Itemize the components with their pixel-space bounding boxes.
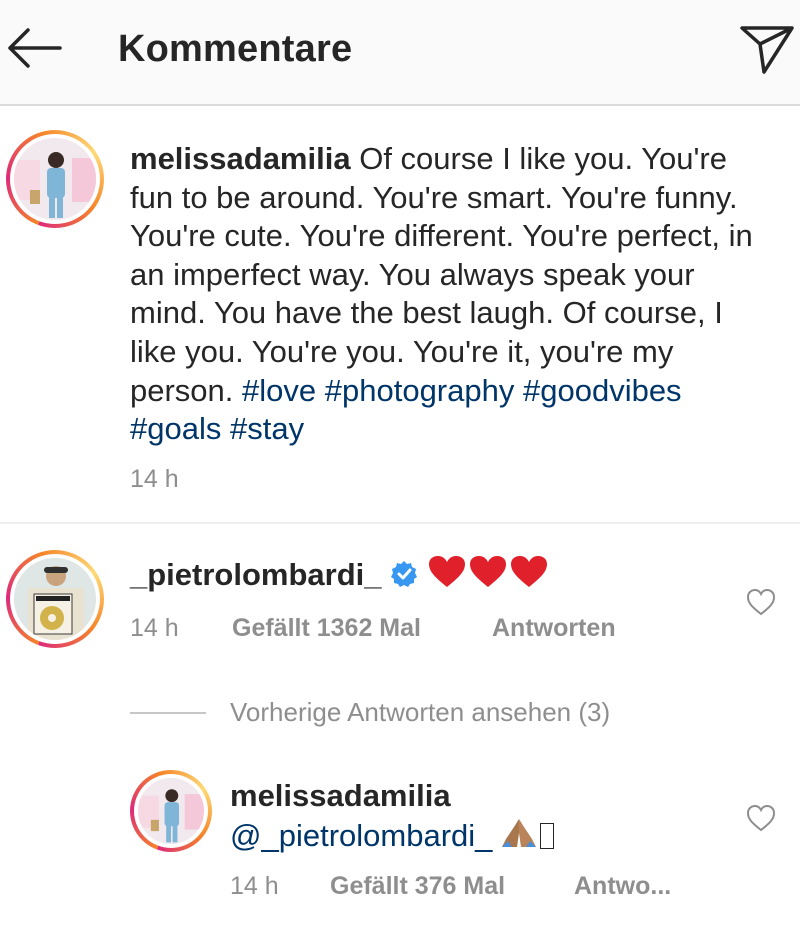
reply-button[interactable]: Antwo... [574, 872, 671, 901]
reply-label[interactable]: Antwo... [574, 872, 671, 900]
heart-outline-icon[interactable] [746, 588, 776, 616]
caption-username[interactable]: melissadamilia [130, 141, 351, 176]
comment-header: _pietrolombardi_ [130, 555, 548, 597]
caption-avatar[interactable] [6, 130, 104, 228]
hashtag-link[interactable]: #stay [230, 411, 304, 446]
reply-avatar[interactable] [130, 770, 212, 852]
replies-divider-line [130, 712, 206, 714]
hashtag-link[interactable]: #goals [130, 411, 221, 446]
page-title: Kommentare [118, 28, 353, 70]
reply-button[interactable]: Antworten [492, 614, 616, 643]
verified-badge-icon [390, 560, 418, 596]
arrow-left-icon [8, 28, 62, 68]
avatar [138, 778, 204, 844]
comment-avatar[interactable] [6, 550, 104, 648]
avatar [14, 558, 96, 640]
hashtag-link[interactable]: #love [242, 373, 316, 408]
paper-plane-icon [740, 26, 794, 74]
hashtag-link[interactable]: #goodvibes [523, 373, 682, 408]
reply-text: @_pietrolombardi_ [230, 817, 555, 857]
missing-glyph-icon [540, 823, 555, 849]
view-previous-replies[interactable]: Vorherige Antworten ansehen (3) [230, 697, 610, 728]
folded-hands-icon [500, 817, 538, 857]
reply-username[interactable]: melissadamilia [230, 778, 451, 814]
hashtag-link[interactable]: #photography [325, 373, 515, 408]
header-bar: Kommentare [0, 0, 800, 106]
heart-outline-icon[interactable] [746, 804, 776, 832]
heart-emoji-icon [428, 555, 548, 597]
comment-timestamp: 14 h [130, 614, 179, 642]
comment-likes[interactable]: Gefällt 1362 Mal [232, 614, 421, 643]
reply-likes[interactable]: Gefällt 376 Mal [330, 872, 505, 901]
caption-text: melissadamilia Of course I like you. You… [130, 140, 770, 449]
likes-count[interactable]: Gefällt 376 Mal [330, 872, 505, 900]
share-button[interactable] [738, 22, 796, 76]
mention-link[interactable]: @_pietrolombardi_ [230, 818, 492, 853]
divider [0, 522, 800, 524]
avatar [14, 138, 96, 220]
reply-label[interactable]: Antworten [492, 614, 616, 642]
caption-timestamp: 14 h [130, 465, 179, 493]
reply-timestamp: 14 h [230, 872, 279, 900]
back-button[interactable] [6, 24, 62, 72]
comment-username[interactable]: _pietrolombardi_ [130, 557, 382, 592]
likes-count[interactable]: Gefällt 1362 Mal [232, 614, 421, 642]
caption-body: Of course I like you. You're fun to be a… [130, 141, 753, 408]
